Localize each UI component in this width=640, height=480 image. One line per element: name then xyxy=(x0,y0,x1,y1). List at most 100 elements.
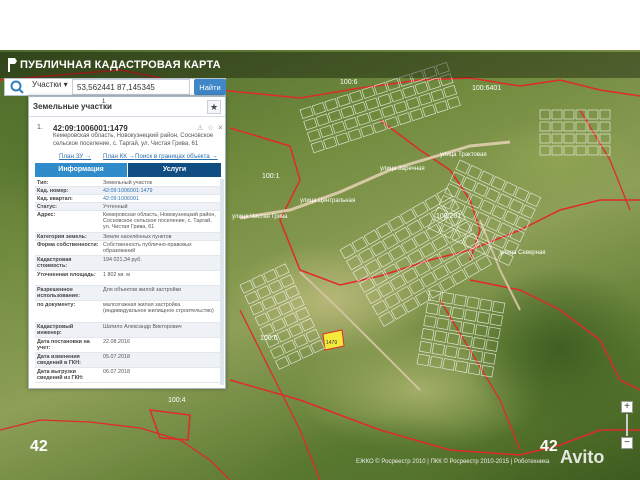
land-parcel[interactable] xyxy=(419,242,436,258)
zoom-in-button[interactable]: + xyxy=(621,401,633,413)
tab-services[interactable]: Услуги xyxy=(128,163,221,177)
land-parcel[interactable] xyxy=(271,317,287,332)
land-parcel[interactable] xyxy=(384,116,399,130)
land-parcel[interactable] xyxy=(456,217,473,233)
land-parcel[interactable] xyxy=(285,285,300,299)
land-parcel[interactable] xyxy=(400,208,417,225)
land-parcel[interactable] xyxy=(299,106,314,120)
land-parcel[interactable] xyxy=(276,328,292,343)
land-parcel[interactable] xyxy=(475,255,492,271)
land-parcel[interactable] xyxy=(249,301,265,316)
land-parcel[interactable] xyxy=(421,328,435,341)
land-parcel[interactable] xyxy=(575,121,587,132)
land-parcel[interactable] xyxy=(478,170,494,186)
land-parcel[interactable] xyxy=(414,81,429,95)
land-parcel[interactable] xyxy=(377,93,392,107)
land-parcel[interactable] xyxy=(268,279,283,294)
land-parcel[interactable] xyxy=(375,222,393,239)
land-parcel[interactable] xyxy=(336,94,351,107)
land-parcel[interactable] xyxy=(401,238,418,254)
land-parcel[interactable] xyxy=(378,311,395,327)
land-parcel[interactable] xyxy=(416,353,430,367)
land-parcel[interactable] xyxy=(453,294,467,307)
land-parcel[interactable] xyxy=(539,121,551,132)
land-parcel[interactable] xyxy=(402,85,417,99)
land-parcel[interactable] xyxy=(502,181,518,197)
land-parcel[interactable] xyxy=(487,326,501,340)
land-parcel[interactable] xyxy=(432,264,449,281)
land-parcel[interactable] xyxy=(421,104,437,118)
land-parcel[interactable] xyxy=(390,304,407,320)
land-parcel[interactable] xyxy=(364,259,381,275)
result-cadastral-number[interactable]: 42:09:1006001:1479 xyxy=(53,124,128,133)
land-parcel[interactable] xyxy=(349,90,364,103)
favorite-star-icon[interactable]: ★ xyxy=(207,100,221,114)
find-button[interactable]: Найти xyxy=(194,79,226,95)
land-parcel[interactable] xyxy=(418,92,433,106)
land-parcel[interactable] xyxy=(376,252,394,268)
land-parcel[interactable] xyxy=(347,128,362,142)
land-parcel[interactable] xyxy=(261,296,277,310)
attribute-value[interactable]: 42:09:1006001 xyxy=(103,196,219,202)
land-parcel[interactable] xyxy=(373,82,388,95)
land-parcel[interactable] xyxy=(442,84,458,98)
land-parcel[interactable] xyxy=(436,317,450,331)
plan-kk-link[interactable]: План КК → xyxy=(103,153,135,160)
land-parcel[interactable] xyxy=(388,245,406,261)
land-parcel[interactable] xyxy=(290,296,305,310)
land-parcel[interactable] xyxy=(489,313,503,327)
land-parcel[interactable] xyxy=(365,288,382,305)
zoom-slider[interactable] xyxy=(626,414,628,436)
land-parcel[interactable] xyxy=(344,116,359,130)
land-parcel[interactable] xyxy=(346,254,363,271)
land-parcel[interactable] xyxy=(275,356,290,370)
land-parcel[interactable] xyxy=(467,165,483,180)
land-parcel[interactable] xyxy=(442,358,456,371)
land-parcel[interactable] xyxy=(508,198,524,214)
land-parcel[interactable] xyxy=(361,86,376,99)
land-parcel[interactable] xyxy=(358,247,375,264)
land-parcel[interactable] xyxy=(327,109,343,123)
land-parcel[interactable] xyxy=(444,345,458,358)
land-parcel[interactable] xyxy=(425,302,439,315)
land-parcel[interactable] xyxy=(339,243,356,260)
land-parcel[interactable] xyxy=(413,231,430,247)
land-parcel[interactable] xyxy=(455,159,471,175)
land-parcel[interactable] xyxy=(520,204,536,219)
land-parcel[interactable] xyxy=(303,117,318,131)
land-parcel[interactable] xyxy=(381,104,396,118)
land-parcel[interactable] xyxy=(426,253,443,270)
land-parcel[interactable] xyxy=(599,121,611,132)
land-parcel[interactable] xyxy=(539,109,551,120)
land-parcel[interactable] xyxy=(310,339,326,354)
land-parcel[interactable] xyxy=(351,236,368,253)
land-parcel[interactable] xyxy=(423,315,437,328)
land-parcel[interactable] xyxy=(324,98,339,111)
land-parcel[interactable] xyxy=(599,133,611,144)
land-parcel[interactable] xyxy=(439,276,456,292)
land-parcel[interactable] xyxy=(490,176,506,191)
land-parcel[interactable] xyxy=(446,332,461,346)
land-parcel[interactable] xyxy=(283,312,299,327)
land-parcel[interactable] xyxy=(464,309,478,322)
land-parcel[interactable] xyxy=(563,109,575,120)
land-parcel[interactable] xyxy=(463,262,480,278)
land-parcel[interactable] xyxy=(384,292,401,309)
search-in-bounds-link[interactable]: Поиск в границах объекта → xyxy=(135,153,218,160)
land-parcel[interactable] xyxy=(365,97,380,111)
plan-zu-link[interactable]: План ЗУ → xyxy=(59,153,91,160)
land-parcel[interactable] xyxy=(575,133,587,144)
land-parcel[interactable] xyxy=(239,279,255,294)
land-parcel[interactable] xyxy=(251,274,267,289)
land-parcel[interactable] xyxy=(454,360,469,373)
search-type-select[interactable]: Участки ▾ xyxy=(32,80,68,89)
land-parcel[interactable] xyxy=(476,311,491,324)
land-parcel[interactable] xyxy=(551,121,563,132)
land-parcel[interactable] xyxy=(331,120,346,134)
land-parcel[interactable] xyxy=(482,352,497,365)
land-parcel[interactable] xyxy=(335,132,350,146)
land-parcel[interactable] xyxy=(401,267,419,284)
land-parcel[interactable] xyxy=(440,291,455,305)
land-parcel[interactable] xyxy=(254,312,270,327)
search-icon[interactable] xyxy=(6,78,28,96)
